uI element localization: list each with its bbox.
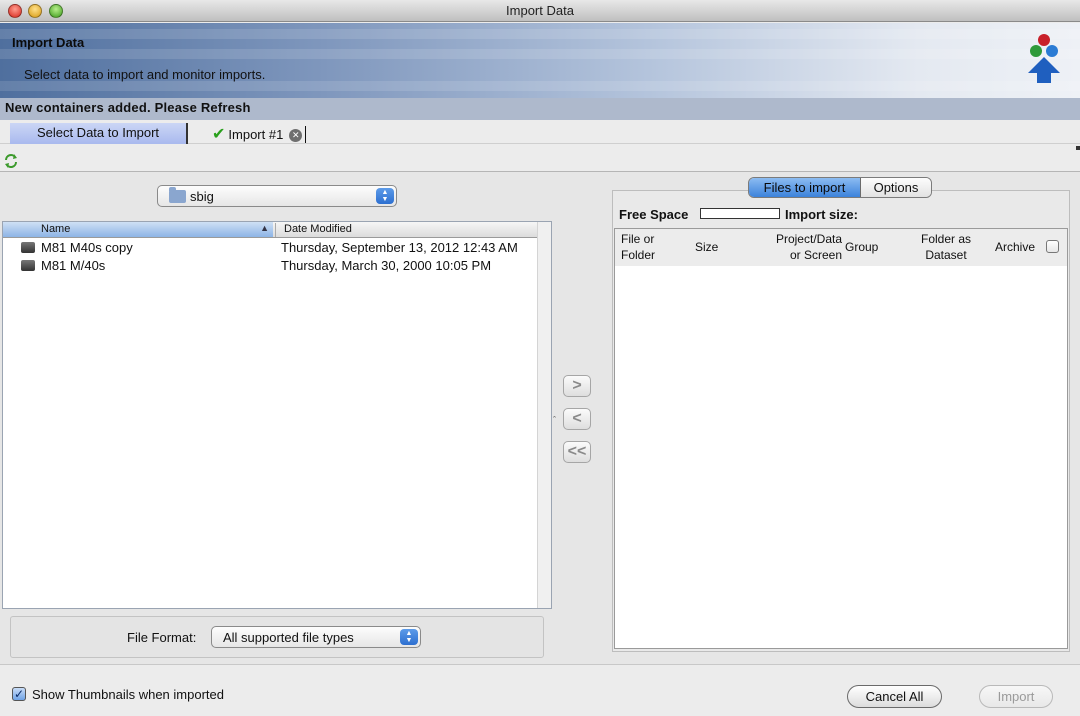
file-table-scrollbar[interactable] (537, 222, 551, 608)
tab-divider (305, 126, 307, 143)
file-row[interactable]: M81 M/40s Thursday, March 30, 2000 10:05… (3, 257, 538, 275)
file-row[interactable]: M81 M40s copy Thursday, September 13, 20… (3, 239, 538, 257)
file-icon (21, 242, 35, 253)
checkmark-icon: ✔ (212, 126, 226, 143)
banner-stripe (0, 81, 1080, 91)
refresh-notice-text: New containers added. Please Refresh (5, 100, 251, 115)
file-format-label: File Format: (127, 630, 197, 645)
splitter-caret-icon[interactable]: ˆ (553, 415, 556, 425)
column-header-date-modified[interactable]: Date Modified (275, 223, 352, 237)
banner-subtitle: Select data to import and monitor import… (24, 67, 266, 82)
file-date: Thursday, September 13, 2012 12:43 AM (281, 240, 518, 255)
column-header-name[interactable]: Name ▲ (3, 222, 273, 237)
free-space-label: Free Space (619, 207, 689, 222)
banner-heading: Import Data (12, 35, 85, 50)
tab-select-data[interactable]: Select Data to Import (10, 123, 188, 144)
column-header-name-label: Name (41, 223, 71, 235)
close-tab-icon[interactable]: ✕ (289, 129, 303, 142)
column-header-folder-as-dataset[interactable]: Folder as Dataset (921, 231, 971, 263)
footer-bar: ✓ Show Thumbnails when imported Cancel A… (0, 664, 1080, 716)
app-logo-icon (1028, 34, 1060, 83)
header-line: Folder (621, 248, 656, 262)
header-line: or Screen (789, 248, 842, 262)
header-banner: Import Data Select data to import and mo… (0, 23, 1080, 98)
dropdown-arrows-icon: ▲ ▼ (400, 629, 418, 645)
header-line: File or (621, 232, 655, 246)
file-format-select[interactable]: All supported file types ▲ ▼ (211, 626, 421, 648)
column-header-group[interactable]: Group (845, 239, 878, 255)
window-title: Import Data (506, 3, 574, 18)
import-queue-table: File or Folder Size Project/Data or Scre… (614, 228, 1068, 649)
file-table-header: Name ▲ Date Modified (3, 222, 538, 238)
directory-selector[interactable]: sbig ▲ ▼ (157, 185, 397, 207)
refresh-notice-bar: New containers added. Please Refresh (0, 98, 1080, 120)
directory-name: sbig (190, 189, 214, 204)
add-to-queue-button[interactable]: > (563, 375, 591, 397)
column-header-size[interactable]: Size (695, 239, 718, 255)
tab-bar: Select Data to Import ✔ Import #1 ✕ (0, 120, 1080, 144)
file-format-panel: File Format: All supported file types ▲ ▼ (10, 616, 544, 658)
header-line: Dataset (925, 248, 967, 262)
banner-stripe (0, 49, 1080, 59)
column-header-project[interactable]: Project/Data or Screen (770, 231, 842, 263)
file-browser-table: Name ▲ Date Modified M81 M40s copy Thurs… (2, 221, 552, 609)
show-thumbnails-label: Show Thumbnails when imported (32, 687, 224, 702)
header-line: Project/Data (775, 232, 842, 246)
refresh-icon[interactable] (3, 153, 19, 169)
folder-icon (169, 187, 186, 203)
tab-import-1[interactable]: ✔ Import #1 ✕ (212, 124, 307, 144)
tab-import-1-label: Import #1 (228, 127, 284, 142)
header-line: Folder as (921, 232, 972, 246)
file-format-value: All supported file types (223, 630, 354, 645)
tab-files-to-import[interactable]: Files to import (749, 178, 861, 197)
column-header-archive[interactable]: Archive (995, 239, 1035, 255)
import-size-label: Import size: (785, 207, 858, 222)
file-date: Thursday, March 30, 2000 10:05 PM (281, 258, 492, 273)
remove-all-button[interactable]: << (563, 441, 591, 463)
remove-from-queue-button[interactable]: < (563, 408, 591, 430)
archive-all-checkbox[interactable] (1046, 240, 1059, 253)
file-icon (21, 260, 35, 271)
file-name: M81 M40s copy (41, 240, 133, 255)
window-titlebar: Import Data (0, 0, 1080, 22)
cancel-all-button[interactable]: Cancel All (847, 685, 942, 708)
dropdown-arrows-icon: ▲ ▼ (376, 188, 394, 204)
file-name: M81 M/40s (41, 258, 106, 273)
banner-stripe (0, 29, 1080, 39)
free-space-bar (700, 208, 780, 219)
sort-ascending-icon: ▲ (260, 223, 269, 233)
divider-handle (1076, 146, 1080, 150)
tab-options[interactable]: Options (861, 178, 931, 197)
import-table-header: File or Folder Size Project/Data or Scre… (615, 229, 1067, 266)
import-panel-segmented-control: Files to import Options (748, 177, 932, 198)
column-header-file-or-folder[interactable]: File or Folder (621, 231, 655, 263)
import-button[interactable]: Import (979, 685, 1053, 708)
show-thumbnails-checkbox[interactable]: ✓ (12, 687, 26, 701)
